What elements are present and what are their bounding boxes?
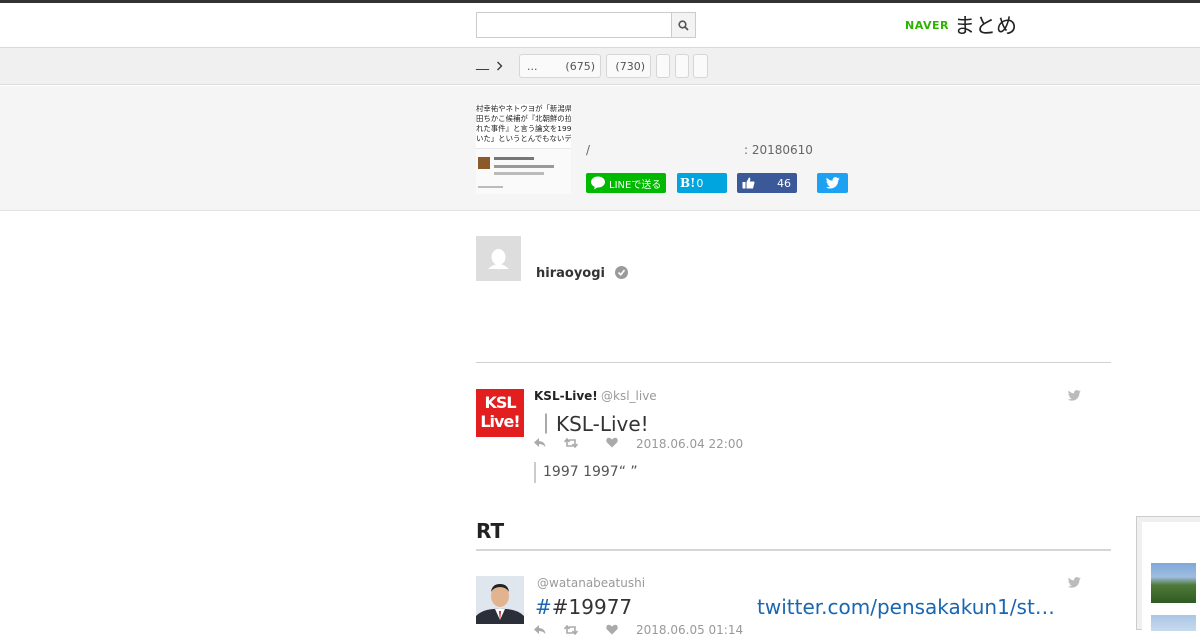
tweet-text-body: #19977 [551, 595, 633, 619]
sky-thumbnail[interactable] [1151, 615, 1196, 631]
twitter-icon [825, 177, 840, 189]
breadcrumb-home[interactable]: __ [476, 56, 489, 71]
thumb-embedded-tweet [476, 148, 571, 194]
hashtag-link[interactable]: # [535, 595, 552, 619]
tweet-actions [534, 437, 618, 448]
hatena-count: 0 [696, 176, 704, 190]
thumbs-up-icon [742, 177, 755, 189]
category-chip-1[interactable]: ... (675) [519, 54, 601, 78]
breadcrumb: __ ... (675) (730) [0, 48, 1200, 85]
twitter-bird-icon[interactable] [1068, 390, 1081, 401]
site-header: NAVER まとめ [0, 3, 1200, 48]
chevron-right-icon [497, 61, 503, 71]
section-divider [476, 549, 1111, 551]
quote-text: 1997 1997“ ” [534, 462, 638, 483]
section-heading: RT [476, 519, 505, 543]
logo-matome-text: まとめ [953, 14, 1017, 38]
retweet-icon[interactable] [564, 437, 578, 448]
line-share-label: LINEで送る [609, 179, 662, 191]
landscape-thumbnail[interactable] [1151, 563, 1196, 603]
hatena-bookmark-button[interactable]: B! 0 [677, 173, 727, 193]
category-chip-5[interactable] [693, 54, 708, 78]
tweet-url-link[interactable]: twitter.com/pensakakun1/st… [757, 595, 1055, 619]
thumb-text-line: 田ちかこ候補が『北朝鮮の拉致 [476, 114, 571, 123]
meta-separator: / [586, 143, 591, 157]
naver-matome-logo[interactable]: NAVER まとめ [905, 11, 1017, 39]
tweet-text: ｜KSL-Live! [536, 412, 649, 436]
meta-date: : 20180610 [744, 143, 813, 157]
search-input[interactable] [476, 12, 671, 38]
tweet-timestamp[interactable]: 2018.06.05 01:14 [636, 623, 743, 637]
tweet-text: ##19977 [535, 595, 632, 619]
twitter-bird-icon[interactable] [1068, 577, 1081, 588]
category-chip-4[interactable] [675, 54, 689, 78]
search-icon [678, 19, 689, 31]
search-button[interactable] [671, 12, 696, 38]
divider [476, 362, 1111, 363]
logo-naver-text: NAVER [905, 18, 949, 32]
like-count: 46 [777, 176, 791, 190]
category-chip-2[interactable]: (730) [606, 54, 651, 78]
twitter-share-button[interactable] [817, 173, 848, 193]
article-thumbnail[interactable]: 村幸祐やネトウヨが「新潟県知 田ちかこ候補が『北朝鮮の拉致 れた事件』と言う論文… [476, 104, 571, 194]
chip-label: ... [527, 59, 538, 73]
author-avatar[interactable] [476, 236, 521, 281]
default-avatar-icon [488, 249, 509, 269]
tweet-author-handle[interactable]: @ksl_live [601, 389, 657, 403]
floating-side-panel [1136, 516, 1200, 631]
tweet-author-name[interactable]: KSL-Live! [534, 389, 598, 403]
chip-count: (675) [565, 59, 595, 73]
thumb-text-line: 村幸祐やネトウヨが「新潟県知 [476, 104, 571, 113]
tweet-avatar[interactable]: KSL Live! [476, 389, 524, 437]
tweet-timestamp[interactable]: 2018.06.04 22:00 [636, 437, 743, 451]
article-header: 村幸祐やネトウヨが「新潟県知 田ちかこ候補が『北朝鮮の拉致 れた事件』と言う論文… [0, 86, 1200, 211]
thumb-text-line: いた」というとんでもないデマ [476, 134, 571, 143]
heart-icon[interactable] [606, 437, 618, 448]
reply-icon[interactable] [534, 437, 546, 448]
author-name[interactable]: hiraoyogi [536, 266, 605, 281]
facebook-like-button[interactable]: 46 [737, 173, 797, 193]
thumb-text-line: れた事件』と言う論文を1997年 [476, 124, 571, 133]
search-form [476, 12, 696, 38]
category-chip-3[interactable] [656, 54, 670, 78]
portrait-image [476, 576, 524, 624]
chip-count: (730) [615, 59, 645, 73]
line-icon [591, 176, 605, 190]
hatena-label: B! [680, 176, 696, 190]
tweet-avatar[interactable] [476, 576, 524, 624]
tweet-author-handle[interactable]: @watanabeatushi [537, 576, 645, 590]
line-share-button[interactable]: LINEで送る [586, 173, 666, 193]
verified-icon [615, 266, 628, 279]
